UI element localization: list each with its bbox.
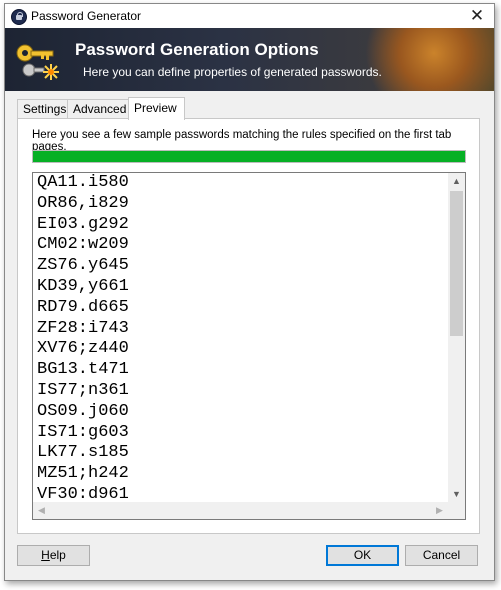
password-line: KD39,y661 xyxy=(37,276,129,296)
password-line: ZF28:i743 xyxy=(37,318,129,338)
password-lines: QA11.i580 OR86,i829 EI03.g292 CM02:w209 ZS76… xyxy=(37,173,447,501)
password-line: LK77.s185 xyxy=(37,443,129,463)
password-line: XV76;z440 xyxy=(37,339,129,359)
preview-panel: Here you see a few sample passwords matc… xyxy=(17,118,480,534)
lock-icon xyxy=(11,9,27,25)
help-mnemonic: H xyxy=(41,548,50,562)
title-bar: Password Generator ✕ xyxy=(5,4,494,28)
password-line: IS77;n361 xyxy=(37,380,129,400)
scroll-thumb[interactable] xyxy=(450,191,463,336)
scroll-left-icon[interactable]: ◀ xyxy=(33,502,50,519)
cancel-button[interactable]: Cancel xyxy=(405,545,478,566)
help-label: elp xyxy=(49,548,66,562)
password-line: QA11.i580 xyxy=(37,173,129,192)
password-line: MZ51;h242 xyxy=(37,464,129,484)
password-line: IS71:g603 xyxy=(37,422,129,442)
quality-progress-bar xyxy=(32,150,466,163)
password-line: EI03.g292 xyxy=(37,214,129,234)
tab-preview[interactable]: Preview xyxy=(128,97,185,120)
close-button[interactable]: ✕ xyxy=(468,7,486,25)
tab-advanced[interactable]: Advanced xyxy=(67,99,129,118)
horizontal-scrollbar[interactable]: ◀ ▶ xyxy=(33,502,448,519)
key-generate-icon xyxy=(16,44,59,80)
banner-background-art xyxy=(344,28,494,91)
tab-settings[interactable]: Settings xyxy=(17,99,68,118)
scroll-down-icon[interactable]: ▼ xyxy=(448,486,465,503)
password-line: BG13.t471 xyxy=(37,360,129,380)
window-title: Password Generator xyxy=(31,9,142,23)
scroll-right-icon[interactable]: ▶ xyxy=(431,502,448,519)
sample-passwords-box[interactable]: QA11.i580 OR86,i829 EI03.g292 CM02:w209 ZS76… xyxy=(32,172,466,520)
scroll-corner xyxy=(448,502,465,519)
password-line: CM02:w209 xyxy=(37,235,129,255)
header-banner: Password Generation Options Here you can… xyxy=(5,28,494,91)
banner-subtitle: Here you can define properties of genera… xyxy=(83,65,382,79)
vertical-scrollbar[interactable]: ▲ ▼ xyxy=(448,173,465,503)
scroll-up-icon[interactable]: ▲ xyxy=(448,173,465,190)
password-line: OS09.j060 xyxy=(37,401,129,421)
ok-button[interactable]: OK xyxy=(326,545,399,566)
password-generator-dialog: Password Generator ✕ Password Generation… xyxy=(4,3,495,581)
password-line: OR86,i829 xyxy=(37,193,129,213)
quality-progress-fill xyxy=(33,151,465,162)
password-line: VF30:d961 xyxy=(37,484,129,501)
password-line: ZS76.y645 xyxy=(37,256,129,276)
help-button[interactable]: Help xyxy=(17,545,90,566)
password-line: RD79.d665 xyxy=(37,297,129,317)
banner-title: Password Generation Options xyxy=(75,40,319,59)
